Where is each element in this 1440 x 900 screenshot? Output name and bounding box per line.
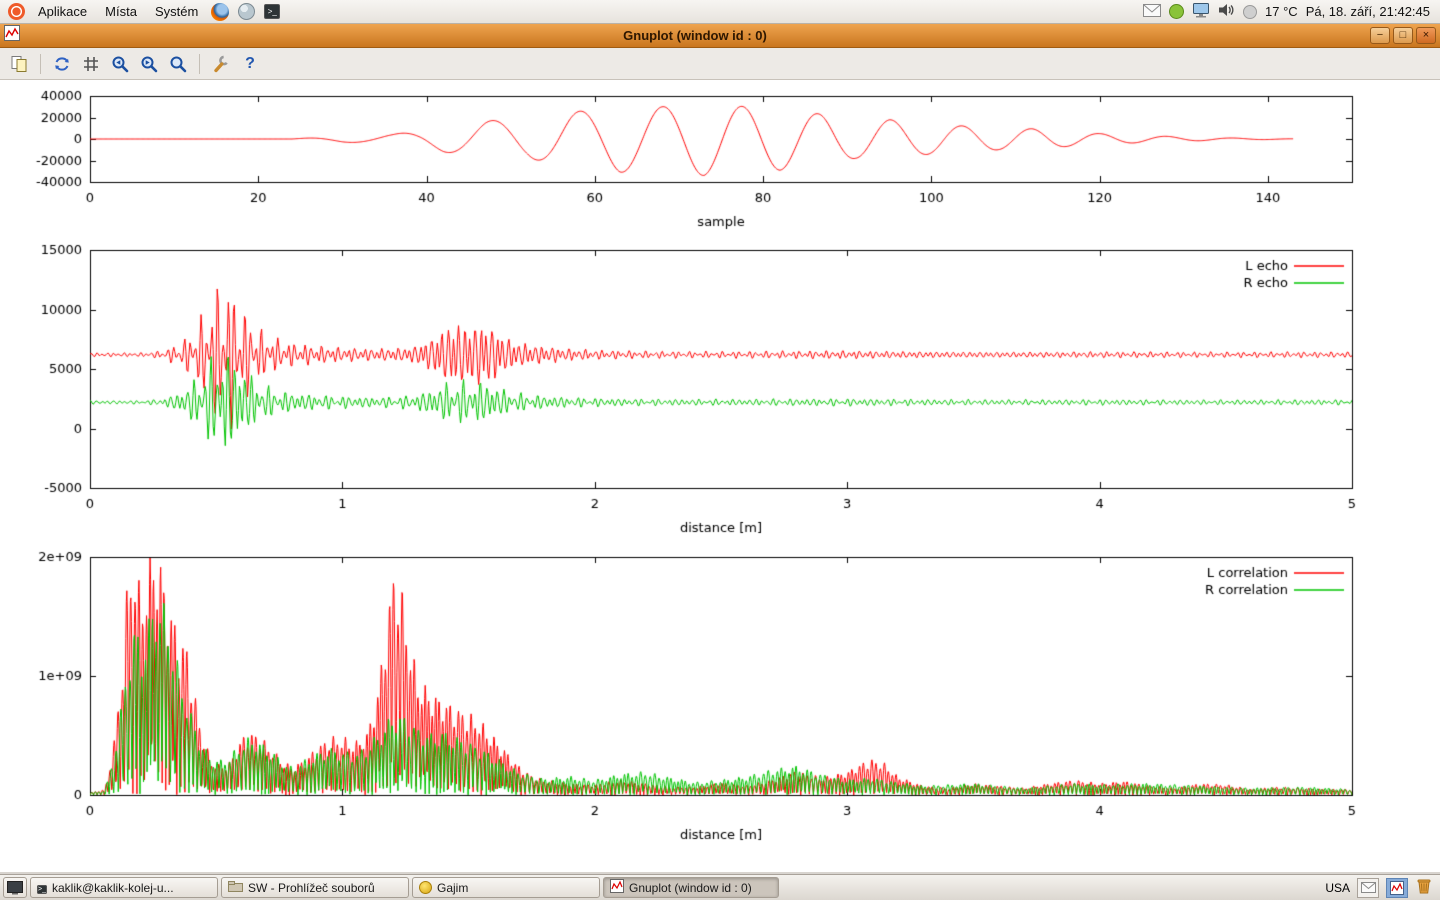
window-selector-icon[interactable] <box>1386 878 1408 898</box>
terminal-icon: >_ <box>37 880 47 895</box>
maximize-button[interactable]: □ <box>1393 27 1413 44</box>
trash-icon[interactable] <box>1415 877 1433 898</box>
toolbar-separator <box>199 54 200 74</box>
taskbar-item-gajim[interactable]: Gajim <box>412 877 600 898</box>
mail-icon[interactable] <box>1143 4 1161 20</box>
taskbar: >_ kaklik@kaklik-kolej-u... SW - Prohlíž… <box>0 874 1440 900</box>
taskbar-item-file-manager[interactable]: SW - Prohlížeč souborů <box>221 877 409 898</box>
show-desktop-button[interactable] <box>3 877 27 898</box>
gnuplot-toolbar: ? <box>0 48 1440 80</box>
autoscale-icon[interactable] <box>165 51 191 77</box>
updates-icon[interactable] <box>1169 4 1184 19</box>
taskbar-item-terminal[interactable]: >_ kaklik@kaklik-kolej-u... <box>30 877 218 898</box>
gnuplot-plot-area <box>0 80 1440 872</box>
replot-icon[interactable] <box>49 51 75 77</box>
temperature-label: 17 °C <box>1265 4 1298 19</box>
plot-canvas[interactable] <box>0 80 1440 872</box>
volume-icon[interactable] <box>1218 2 1235 21</box>
zoom-next-icon[interactable] <box>136 51 162 77</box>
mail-tray-icon[interactable] <box>1357 878 1379 898</box>
gnuplot-window-icon <box>4 25 20 46</box>
config-icon[interactable] <box>208 51 234 77</box>
terminal-launcher-icon[interactable]: >_ <box>262 2 282 22</box>
menu-applications[interactable]: Aplikace <box>30 2 95 21</box>
copy-icon[interactable] <box>6 51 32 77</box>
top-panel: Aplikace Místa Systém >_ 17 °C Pá, 18. z… <box>0 0 1440 24</box>
toolbar-separator <box>40 54 41 74</box>
window-title: Gnuplot (window id : 0) <box>20 28 1370 43</box>
file-manager-icon <box>228 880 243 895</box>
close-button[interactable]: × <box>1416 27 1436 44</box>
firefox-icon[interactable] <box>210 2 230 22</box>
minimize-button[interactable]: − <box>1370 27 1390 44</box>
display-icon[interactable] <box>1192 2 1210 21</box>
gnuplot-icon <box>610 879 624 896</box>
clock-label[interactable]: Pá, 18. září, 21:42:45 <box>1306 4 1430 19</box>
zoom-previous-icon[interactable] <box>107 51 133 77</box>
keyboard-layout-indicator[interactable]: USA <box>1325 881 1350 895</box>
web-browser-icon[interactable] <box>236 2 256 22</box>
menu-places[interactable]: Místa <box>97 2 145 21</box>
ubuntu-menu-icon[interactable] <box>6 2 26 22</box>
taskbar-item-gnuplot[interactable]: Gnuplot (window id : 0) <box>603 877 779 898</box>
weather-icon[interactable] <box>1243 5 1257 19</box>
menu-system[interactable]: Systém <box>147 2 206 21</box>
help-icon[interactable]: ? <box>237 51 263 77</box>
gajim-icon <box>419 881 432 894</box>
grid-icon[interactable] <box>78 51 104 77</box>
titlebar[interactable]: Gnuplot (window id : 0) − □ × <box>0 24 1440 48</box>
